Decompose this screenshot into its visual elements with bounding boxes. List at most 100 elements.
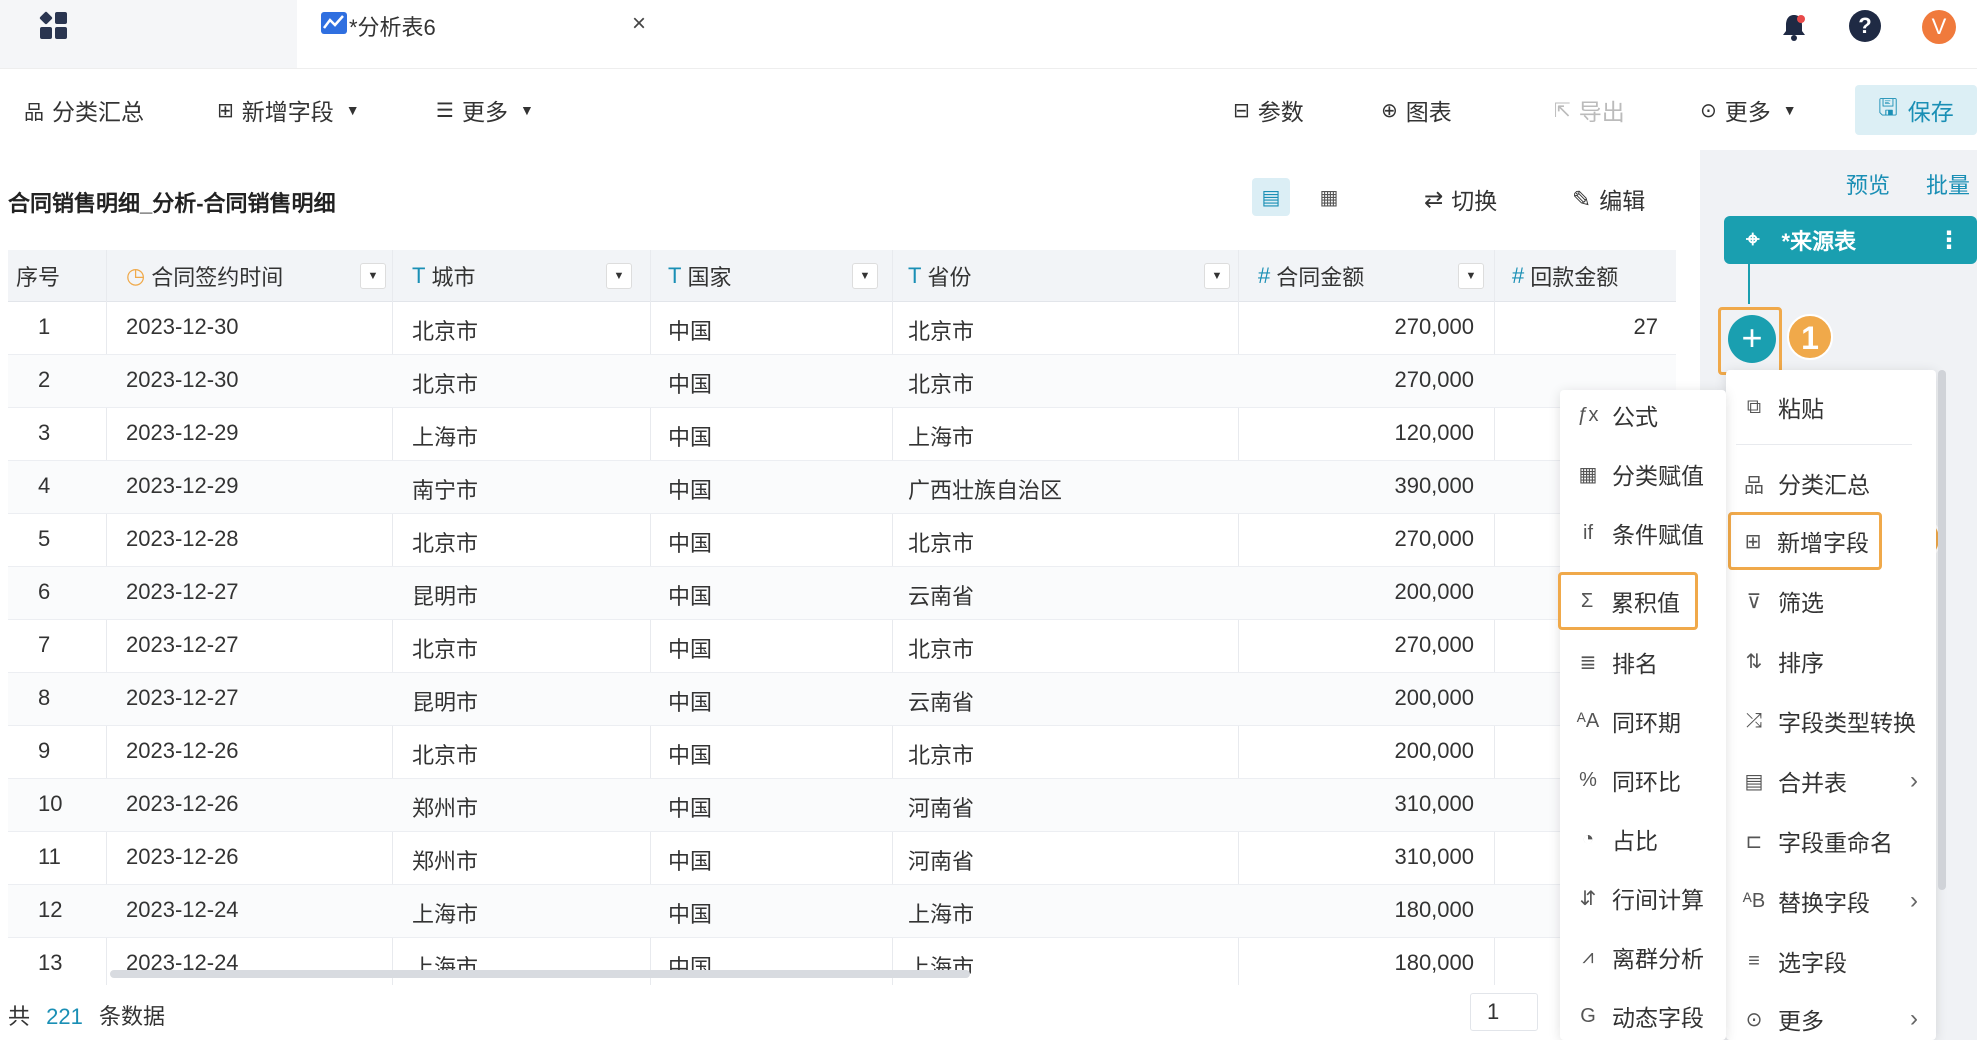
batch-link[interactable]: 批量	[1926, 168, 1970, 200]
menu-label: 合并表	[1778, 770, 1847, 796]
table-cell: 270,000	[1394, 314, 1474, 339]
menu-filter[interactable]: ⊽ 筛选	[1726, 576, 1936, 626]
chevron-right-icon: ›	[1910, 887, 1918, 914]
menu-label: 公式	[1612, 404, 1658, 430]
table-row[interactable]: 11 2023-12-26 郑州市 中国 河南省 310,000	[8, 832, 1676, 885]
submenu-period-ratio[interactable]: % 同环比	[1560, 755, 1726, 805]
header-payment-amount[interactable]: # 回款金额	[1512, 250, 1672, 302]
apps-grid-icon[interactable]	[39, 11, 72, 44]
header-province[interactable]: T 省份 ▼	[908, 250, 1240, 302]
dropdown-icon[interactable]: ▼	[606, 263, 632, 289]
table-row[interactable]: 8 2023-12-27 昆明市 中国 云南省 200,000	[8, 673, 1676, 726]
menu-scrollbar[interactable]	[1938, 370, 1946, 890]
export-button[interactable]: ⇱ 导出	[1554, 93, 1625, 127]
table-cell: 广西壮族自治区	[908, 478, 1063, 503]
text-type-icon: T	[412, 263, 426, 288]
horizontal-scrollbar[interactable]	[110, 970, 970, 978]
more-left-button[interactable]: ☰ 更多 ▼	[436, 93, 534, 127]
menu-merge-table[interactable]: ▤ 合并表 ›	[1726, 756, 1936, 806]
add-step-button[interactable]: +	[1728, 315, 1776, 363]
number-type-icon: #	[1258, 263, 1271, 288]
submenu-proportion[interactable]: ◔ 占比	[1560, 814, 1726, 864]
menu-label: 同环比	[1612, 769, 1681, 795]
table-row[interactable]: 6 2023-12-27 昆明市 中国 云南省 200,000	[8, 567, 1676, 620]
table-row[interactable]: 5 2023-12-28 北京市 中国 北京市 270,000	[8, 514, 1676, 567]
submenu-condition-assign[interactable]: if 条件赋值	[1560, 508, 1726, 558]
footer: 共 221 条数据 1	[0, 985, 1700, 1040]
header-country[interactable]: T 国家 ▼	[668, 250, 888, 302]
header-contract-amount[interactable]: # 合同金额 ▼	[1258, 250, 1494, 302]
submenu-row-calc[interactable]: ⇵ 行间计算	[1560, 873, 1726, 923]
menu-select-field[interactable]: ≡ 选字段	[1726, 936, 1936, 986]
menu-paste[interactable]: ⧉ 粘贴	[1726, 382, 1936, 432]
submenu-formula[interactable]: ƒx 公式	[1560, 390, 1726, 440]
menu-type-convert[interactable]: ⤮ 字段类型转换	[1726, 696, 1936, 746]
table-cell: 河南省	[908, 796, 975, 821]
menu-label: 字段类型转换	[1778, 710, 1916, 736]
menu-replace-field[interactable]: ᴬB 替换字段 ›	[1726, 876, 1936, 926]
help-icon[interactable]: ?	[1849, 10, 1881, 42]
menu-add-field[interactable]: ⊞ 新增字段	[1728, 512, 1882, 570]
filter-icon: ⊽	[1746, 590, 1762, 613]
edit-button[interactable]: ✎ 编辑	[1572, 182, 1645, 216]
table-cell: 2023-12-26	[126, 844, 239, 869]
header-label: 序号	[16, 265, 61, 290]
submenu-group-assign[interactable]: ▦ 分类赋值	[1560, 449, 1726, 499]
chart-button[interactable]: ⊕ 图表	[1381, 93, 1452, 127]
menu-more[interactable]: ⊙ 更多 ›	[1726, 994, 1936, 1040]
bell-icon[interactable]	[1780, 12, 1808, 42]
table-row[interactable]: 13 2023-12-24 上海市 中国 上海市 180,000	[8, 938, 1676, 991]
add-field-button[interactable]: ⊞ 新增字段 ▼	[217, 93, 360, 127]
table-row[interactable]: 9 2023-12-26 北京市 中国 北京市 200,000	[8, 726, 1676, 779]
table-row[interactable]: 7 2023-12-27 北京市 中国 北京市 270,000	[8, 620, 1676, 673]
kebab-menu-icon[interactable]: ⋮	[1937, 226, 1961, 255]
table-row[interactable]: 2 2023-12-30 北京市 中国 北京市 270,000	[8, 355, 1676, 408]
caret-down-icon: ▼	[345, 102, 360, 118]
group-summary-button[interactable]: 品 分类汇总	[24, 93, 144, 127]
table-row[interactable]: 1 2023-12-30 北京市 中国 北京市 270,000 27	[8, 302, 1676, 355]
table-row[interactable]: 12 2023-12-24 上海市 中国 上海市 180,000	[8, 885, 1676, 938]
tab-close-icon[interactable]: ×	[632, 10, 646, 38]
submenu-rank[interactable]: ≣ 排名	[1560, 637, 1726, 687]
list-view-icon[interactable]: ▤	[1252, 178, 1290, 216]
export-icon: ⇱	[1554, 99, 1571, 122]
add-field-label: 新增字段	[241, 99, 334, 125]
table-row[interactable]: 4 2023-12-29 南宁市 中国 广西壮族自治区 390,000	[8, 461, 1676, 514]
table-cell: 上海市	[412, 902, 479, 927]
table-cell: 9	[38, 738, 51, 763]
paste-icon: ⧉	[1746, 395, 1762, 418]
submenu-dynamic-field[interactable]: G 动态字段	[1560, 991, 1726, 1040]
page-number-input[interactable]: 1	[1470, 993, 1538, 1031]
step-badge-1: 1	[1787, 314, 1833, 360]
avatar[interactable]: V	[1922, 10, 1956, 44]
save-button[interactable]: 🖫 保存	[1855, 85, 1977, 135]
switch-button[interactable]: ⇄ 切换	[1424, 182, 1497, 216]
preview-link[interactable]: 预览	[1846, 168, 1890, 200]
menu-sort[interactable]: ⇅ 排序	[1726, 636, 1936, 686]
main-panel: 合同销售明细_分析-合同销售明细 ▤ ▦ ⇄ 切换 ✎ 编辑 序号 ◷ 合同签约…	[0, 150, 1700, 1040]
table-row[interactable]: 3 2023-12-29 上海市 中国 上海市 120,000	[8, 408, 1676, 461]
text-type-icon: T	[908, 263, 922, 288]
table-cell: 2023-12-30	[126, 314, 239, 339]
table-cell: 2023-12-24	[126, 897, 239, 922]
tab-analysis-sheet[interactable]: *分析表6 ×	[297, 0, 660, 68]
params-button[interactable]: ⊟ 参数	[1233, 93, 1304, 127]
header-city[interactable]: T 城市 ▼	[412, 250, 642, 302]
dropdown-icon[interactable]: ▼	[1458, 263, 1484, 289]
menu-rename-field[interactable]: ⊏ 字段重命名	[1726, 816, 1936, 866]
dropdown-icon[interactable]: ▼	[1204, 263, 1230, 289]
menu-group-summary[interactable]: 品分类汇总	[1726, 458, 1936, 508]
table-cell: 13	[38, 950, 63, 975]
submenu-cumulative[interactable]: Σ 累积值	[1558, 572, 1698, 630]
submenu-period[interactable]: ᴬA 同环期	[1560, 696, 1726, 746]
table-row[interactable]: 10 2023-12-26 郑州市 中国 河南省 310,000	[8, 779, 1676, 832]
submenu-outlier[interactable]: ⩘ 离群分析	[1560, 932, 1726, 982]
dropdown-icon[interactable]: ▼	[360, 263, 386, 289]
table-cell: 310,000	[1394, 791, 1474, 816]
grid-view-icon[interactable]: ▦	[1310, 178, 1348, 216]
text-type-icon: T	[668, 263, 682, 288]
more-right-button[interactable]: ⊙ 更多 ▼	[1700, 93, 1797, 127]
header-sign-date[interactable]: ◷ 合同签约时间 ▼	[126, 250, 396, 302]
dropdown-icon[interactable]: ▼	[852, 263, 878, 289]
source-table-node[interactable]: ⌖ *来源表 ⋮	[1724, 216, 1977, 264]
